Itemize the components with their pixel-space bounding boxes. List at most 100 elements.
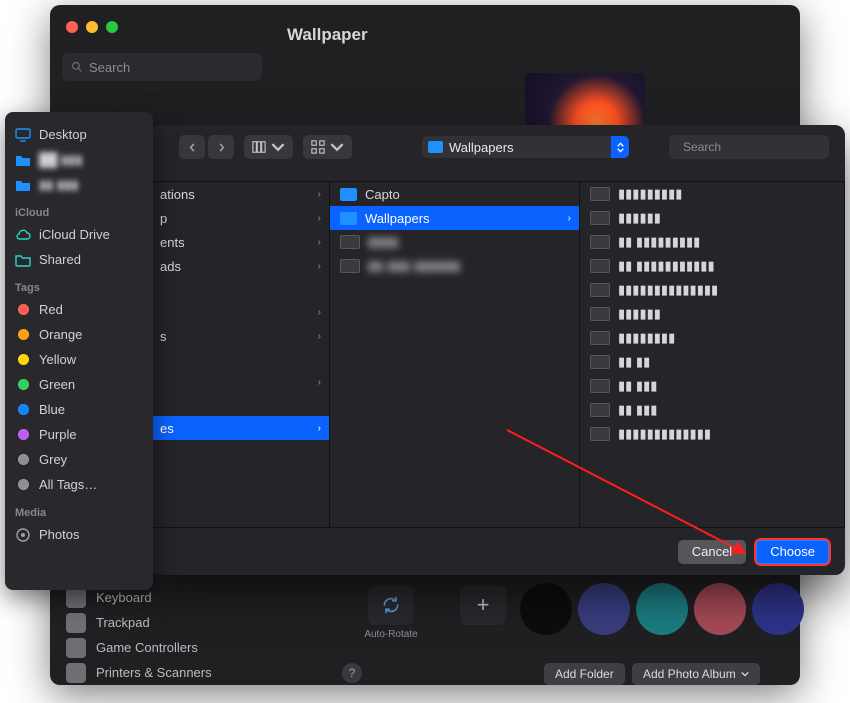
- page-title: Wallpaper: [287, 25, 368, 45]
- path-popup-stepper[interactable]: [611, 136, 629, 158]
- file-item-label: ents: [160, 235, 185, 250]
- file-list-item[interactable]: ›: [150, 300, 329, 324]
- folder-icon: [15, 177, 31, 193]
- choose-button[interactable]: Choose: [756, 540, 829, 564]
- sidebar-tag-item[interactable]: Red: [15, 297, 143, 322]
- close-window-button[interactable]: [66, 21, 78, 33]
- sidebar-item-label: Yellow: [39, 352, 76, 367]
- shared-icon: [15, 252, 31, 268]
- sidebar-icloud-item[interactable]: iCloud Drive: [15, 222, 143, 247]
- file-list-item[interactable]: ▮▮▮▮▮▮: [580, 206, 844, 230]
- file-list-item[interactable]: s›: [150, 324, 329, 348]
- sidebar-tag-item[interactable]: Green: [15, 372, 143, 397]
- file-list-item[interactable]: ›: [150, 370, 329, 394]
- dialog-toolbar: Wallpapers: [150, 125, 845, 169]
- file-list-item[interactable]: ▮▮ ▮▮▮: [580, 398, 844, 422]
- view-columns-button[interactable]: [244, 135, 293, 159]
- tag-color-icon: [15, 452, 31, 468]
- sidebar-item-label: ▮▮ ▮▮▮: [39, 177, 78, 193]
- file-item-label: ▮▮▮▮▮▮: [618, 210, 661, 226]
- favorites-section: Desktop██ ▮▮▮▮▮ ▮▮▮iCloudiCloud DriveSha…: [15, 122, 143, 547]
- sidebar-item-icon: [66, 613, 86, 633]
- chevron-down-icon: [741, 670, 749, 678]
- zoom-window-button[interactable]: [106, 21, 118, 33]
- nav-back-button[interactable]: [179, 135, 205, 159]
- file-list-item[interactable]: ▮▮▮▮▮▮▮▮▮▮▮▮▮: [580, 422, 844, 446]
- file-list-item[interactable]: ▮▮ ▮▮▮▮▮▮▮▮▮: [580, 230, 844, 254]
- folder-icon: [340, 188, 357, 201]
- chevron-right-icon: ›: [318, 307, 321, 318]
- color-swatch[interactable]: [520, 583, 572, 635]
- file-list-item[interactable]: ads›: [150, 254, 329, 278]
- file-list-item[interactable]: Wallpapers›: [330, 206, 579, 230]
- group-by-button[interactable]: [303, 135, 352, 159]
- settings-sidebar-partial: KeyboardTrackpadGame ControllersPrinters…: [60, 585, 270, 685]
- sidebar-favorite-item[interactable]: Desktop: [15, 122, 143, 147]
- add-folder-button[interactable]: Add Folder: [544, 663, 625, 685]
- file-list-item[interactable]: ▮▮▮▮▮▮▮▮: [580, 326, 844, 350]
- add-custom-wallpaper-button[interactable]: +: [460, 585, 506, 625]
- settings-sidebar-item[interactable]: Trackpad: [60, 610, 270, 635]
- file-thumbnail-icon: [340, 235, 360, 249]
- settings-sidebar-item[interactable]: Printers & Scanners: [60, 660, 270, 685]
- media-header: Media: [15, 507, 143, 519]
- tag-color-icon: [15, 327, 31, 343]
- file-item-label: ▮▮ ▮▮▮▮▮▮▮▮▮: [618, 234, 700, 250]
- folder-icon: [15, 152, 31, 168]
- file-list-item[interactable]: ▮▮ ▮▮▮ ▮▮▮▮▮▮: [330, 254, 579, 278]
- file-item-label: ▮▮ ▮▮: [618, 354, 650, 370]
- file-list-item[interactable]: ▮▮▮▮: [330, 230, 579, 254]
- sidebar-favorite-item[interactable]: ██ ▮▮▮: [15, 147, 143, 172]
- sidebar-item-label: ██ ▮▮▮: [39, 152, 83, 168]
- sidebar-all-tags[interactable]: All Tags…: [15, 472, 143, 497]
- path-popup[interactable]: Wallpapers: [422, 136, 629, 158]
- dialog-footer: Cancel Choose: [150, 527, 845, 575]
- file-item-label: ▮▮ ▮▮▮ ▮▮▮▮▮▮: [368, 258, 460, 274]
- dialog-search-input[interactable]: [683, 140, 838, 154]
- sidebar-item-label: Shared: [39, 252, 81, 267]
- file-list-item[interactable]: ▮▮ ▮▮▮: [580, 374, 844, 398]
- cancel-button[interactable]: Cancel: [678, 540, 746, 564]
- file-item-label: ▮▮ ▮▮▮: [618, 402, 657, 418]
- folder-icon: [428, 141, 443, 153]
- sidebar-icloud-item[interactable]: Shared: [15, 247, 143, 272]
- auto-rotate-button[interactable]: Auto-Rotate: [360, 585, 422, 640]
- sidebar-item-label: Desktop: [39, 127, 87, 142]
- nav-forward-button[interactable]: [208, 135, 234, 159]
- sidebar-tag-item[interactable]: Yellow: [15, 347, 143, 372]
- sidebar-tag-item[interactable]: Orange: [15, 322, 143, 347]
- add-photo-album-button[interactable]: Add Photo Album: [632, 663, 760, 685]
- column-3[interactable]: ▮▮▮▮▮▮▮▮▮▮▮▮▮▮▮▮▮ ▮▮▮▮▮▮▮▮▮▮▮ ▮▮▮▮▮▮▮▮▮▮…: [580, 182, 845, 527]
- color-swatch[interactable]: [578, 583, 630, 635]
- column-1[interactable]: ations›p› ents › ads› › s› › es›: [150, 182, 330, 527]
- file-list-item[interactable]: Capto: [330, 182, 579, 206]
- file-list-item[interactable]: ▮▮▮▮▮▮: [580, 302, 844, 326]
- file-thumbnail-icon: [340, 259, 360, 273]
- file-list-item[interactable]: ▮▮ ▮▮: [580, 350, 844, 374]
- file-list-item[interactable]: ▮▮▮▮▮▮▮▮▮: [580, 182, 844, 206]
- help-button[interactable]: ?: [342, 663, 362, 683]
- sidebar-favorite-item[interactable]: ▮▮ ▮▮▮: [15, 172, 143, 197]
- color-swatch[interactable]: [694, 583, 746, 635]
- minimize-window-button[interactable]: [86, 21, 98, 33]
- file-list-item[interactable]: ents ›: [150, 230, 329, 254]
- file-list-item[interactable]: ations›: [150, 182, 329, 206]
- sidebar-tag-item[interactable]: Blue: [15, 397, 143, 422]
- file-list-item[interactable]: ▮▮▮▮▮▮▮▮▮▮▮▮▮▮: [580, 278, 844, 302]
- color-swatch[interactable]: [752, 583, 804, 635]
- dialog-search-field[interactable]: [669, 135, 829, 159]
- file-list-item[interactable]: es›: [150, 416, 329, 440]
- column-2[interactable]: CaptoWallpapers›▮▮▮▮ ▮▮ ▮▮▮ ▮▮▮▮▮▮: [330, 182, 580, 527]
- settings-search-input[interactable]: [89, 60, 265, 75]
- sidebar-tag-item[interactable]: Grey: [15, 447, 143, 472]
- sidebar-media-item[interactable]: Photos: [15, 522, 143, 547]
- settings-sidebar-item[interactable]: Game Controllers: [60, 635, 270, 660]
- color-swatch[interactable]: [636, 583, 688, 635]
- chevron-down-icon: [330, 140, 344, 154]
- sidebar-tag-item[interactable]: Purple: [15, 422, 143, 447]
- chevron-right-icon: ›: [318, 237, 321, 248]
- file-list-item[interactable]: ▮▮ ▮▮▮▮▮▮▮▮▮▮▮: [580, 254, 844, 278]
- desktop-icon: [15, 127, 31, 143]
- file-list-item[interactable]: p›: [150, 206, 329, 230]
- settings-search-field[interactable]: [62, 53, 262, 81]
